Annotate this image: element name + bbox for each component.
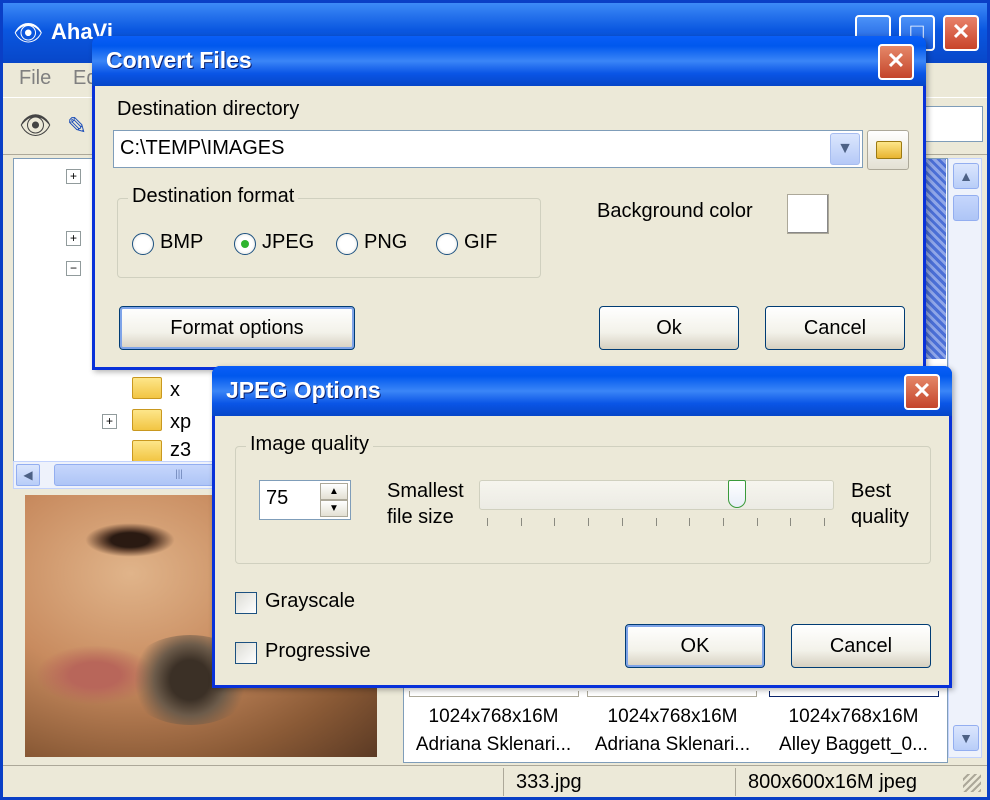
jpeg-dialog-title: JPEG Options [226, 377, 381, 403]
jpeg-ok-button[interactable]: OK [625, 624, 765, 668]
thumbnail-name: Adriana Sklenari... [415, 734, 572, 755]
quality-value: 75 [266, 487, 289, 509]
destination-directory-value: C:\TEMP\IMAGES [120, 137, 285, 159]
grayscale-checkbox[interactable] [235, 592, 257, 614]
scroll-left-icon[interactable]: ◀ [16, 464, 40, 486]
thumbnail-caption[interactable]: 1024x768x16M Adriana Sklenari... [585, 703, 760, 759]
thumbnail-name: Alley Baggett_0... [779, 734, 928, 755]
tree-collapser[interactable]: − [66, 261, 81, 276]
slider-tick [790, 518, 792, 526]
thumbnail-size: 1024x768x16M [607, 706, 738, 727]
background-color-swatch[interactable] [787, 194, 829, 234]
status-image-info: 800x600x16M jpeg [735, 768, 955, 796]
background-color-label: Background color [597, 200, 753, 222]
spin-up-icon[interactable]: ▲ [320, 483, 348, 500]
convert-dialog-title-bar[interactable]: Convert Files ✕ [92, 36, 926, 86]
radio-png[interactable] [336, 233, 358, 255]
best-quality-label: Best quality [851, 480, 909, 528]
destination-directory-combo[interactable]: C:\TEMP\IMAGES ▼ [113, 130, 863, 168]
scroll-down-icon[interactable]: ▼ [953, 725, 979, 751]
destination-directory-label: Destination directory [117, 98, 300, 120]
destination-format-label: Destination format [128, 185, 299, 208]
browse-folder-button[interactable] [867, 130, 909, 170]
edit-pen-icon[interactable]: ✎ [67, 112, 87, 141]
slider-tick [824, 518, 825, 526]
slider-tick [655, 518, 657, 526]
progressive-checkbox[interactable] [235, 642, 257, 664]
scroll-thumb[interactable] [953, 195, 979, 221]
tree-expander[interactable]: + [102, 414, 117, 429]
chevron-down-icon[interactable]: ▼ [830, 133, 860, 165]
thumbnail-frame[interactable] [769, 691, 939, 697]
convert-cancel-button[interactable]: Cancel [765, 306, 905, 350]
folder-icon [132, 377, 162, 399]
tree-item[interactable]: xp [170, 411, 191, 439]
slider-tick [554, 518, 556, 526]
thumbnail-frame[interactable] [409, 691, 579, 697]
tree-expander[interactable]: + [66, 169, 81, 184]
spin-down-icon[interactable]: ▼ [320, 500, 348, 517]
destination-format-group: Destination format BMP JPEG PNG GIF [117, 185, 541, 278]
tree-expander[interactable]: + [66, 231, 81, 246]
status-bar: 333.jpg 800x600x16M jpeg [3, 765, 987, 797]
thumbnail-caption[interactable]: 1024x768x16M Alley Baggett_0... [766, 703, 941, 759]
tree-item[interactable]: x [170, 379, 180, 407]
quality-spinner[interactable]: 75 ▲ ▼ [259, 480, 351, 520]
radio-jpeg[interactable] [234, 233, 256, 255]
jpeg-cancel-button[interactable]: Cancel [791, 624, 931, 668]
radio-bmp[interactable] [132, 233, 154, 255]
thumbnail-image [924, 159, 946, 359]
eye-app-icon: 👁 [13, 20, 44, 47]
address-field[interactable] [923, 106, 983, 142]
open-folder-icon [876, 141, 902, 159]
thumbnail-caption[interactable]: 1024x768x16M Adriana Sklenari... [406, 703, 581, 759]
radio-bmp-label[interactable]: BMP [160, 231, 203, 254]
thumbnail-vertical-scrollbar[interactable]: ▲ ▼ [948, 158, 982, 758]
folder-icon [132, 440, 162, 462]
folder-icon [132, 409, 162, 431]
format-options-button[interactable]: Format options [119, 306, 355, 350]
image-quality-label: Image quality [246, 433, 373, 456]
slider-tick [756, 518, 758, 526]
resize-grip-icon[interactable] [963, 774, 981, 792]
radio-png-label[interactable]: PNG [364, 231, 407, 254]
progressive-label[interactable]: Progressive [265, 640, 371, 663]
jpeg-close-button[interactable]: ✕ [904, 374, 940, 410]
jpeg-options-dialog: JPEG Options ✕ Image quality 75 ▲ ▼ Smal… [212, 366, 952, 688]
convert-close-button[interactable]: ✕ [878, 44, 914, 80]
slider-tick [689, 518, 691, 526]
slider-tick [621, 518, 623, 526]
slider-track[interactable] [479, 480, 834, 510]
thumbnail-name: Adriana Sklenari... [594, 734, 751, 755]
convert-files-dialog: Convert Files ✕ Destination directory C:… [92, 36, 926, 370]
thumbnail-size: 1024x768x16M [788, 706, 919, 727]
view-icon[interactable]: 👁 [19, 110, 52, 141]
thumbnail-frame[interactable] [587, 691, 757, 697]
slider-tick [487, 518, 488, 526]
smallest-file-size-label: Smallest file size [387, 480, 464, 528]
convert-ok-button[interactable]: Ok [599, 306, 739, 350]
slider-tick [520, 518, 522, 526]
slider-thumb[interactable] [727, 480, 746, 508]
grayscale-label[interactable]: Grayscale [265, 590, 355, 613]
slider-tick [722, 518, 724, 526]
menu-file[interactable]: File [19, 67, 51, 90]
main-close-button[interactable]: ✕ [943, 15, 979, 51]
radio-gif[interactable] [436, 233, 458, 255]
slider-tick [588, 518, 590, 526]
radio-jpeg-label[interactable]: JPEG [262, 231, 314, 254]
scroll-up-icon[interactable]: ▲ [953, 163, 979, 189]
jpeg-dialog-title-bar[interactable]: JPEG Options ✕ [212, 366, 952, 416]
convert-dialog-title: Convert Files [106, 47, 252, 73]
status-filename: 333.jpg [503, 768, 733, 796]
radio-gif-label[interactable]: GIF [464, 231, 497, 254]
thumbnail-size: 1024x768x16M [428, 706, 559, 727]
